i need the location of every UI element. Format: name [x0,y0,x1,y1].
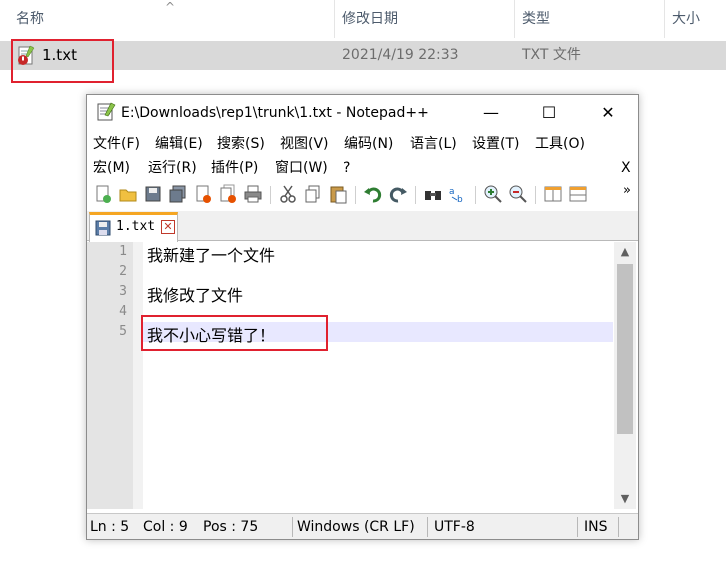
new-file-icon[interactable] [93,184,113,204]
menu-encoding[interactable]: 编码(N) [344,132,393,156]
status-divider [292,517,293,537]
status-column: Col : 9 [143,519,188,535]
copy-icon[interactable] [303,184,323,204]
line-number: 3 [119,284,127,299]
redo-icon[interactable] [388,184,408,204]
find-icon[interactable] [423,184,443,204]
line-number: 2 [119,264,127,279]
toolbar-separator [415,186,416,204]
zoom-out-icon[interactable] [508,184,528,204]
status-bar: Ln : 5 Col : 9 Pos : 75 Windows (CR LF) … [87,513,638,539]
fold-margin [133,242,143,509]
menu-row: 文件(F) 编辑(E) 搜索(S) 视图(V) 编码(N) 语言(L) 设置(T… [87,132,638,156]
menu-file[interactable]: 文件(F) [93,132,140,156]
menu-plugins[interactable]: 插件(P) [211,156,258,180]
menu-view[interactable]: 视图(V) [280,132,329,156]
menu-window[interactable]: 窗口(W) [275,156,328,180]
maximize-button[interactable]: ☐ [520,95,578,131]
cut-icon[interactable] [278,184,298,204]
menu-tools[interactable]: 工具(O) [535,132,585,156]
column-divider[interactable] [334,0,335,38]
file-type: TXT 文件 [522,47,581,63]
saved-file-icon [95,220,111,236]
menu-edit[interactable]: 编辑(E) [155,132,203,156]
menu-help[interactable]: ? [343,156,350,180]
status-encoding[interactable]: UTF-8 [434,514,475,540]
notepadpp-app-icon [97,102,116,121]
line-number-gutter [87,242,135,509]
window-title: E:\Downloads\rep1\trunk\1.txt - Notepad+… [121,105,429,121]
toolbar-separator [270,186,271,204]
file-modified: 2021/4/19 22:33 [342,47,459,63]
save-icon[interactable] [143,184,163,204]
scroll-down-icon[interactable]: ▼ [614,489,636,509]
replace-icon[interactable]: ab [448,184,468,204]
open-folder-icon[interactable] [118,184,138,204]
column-type[interactable]: 类型 [522,0,550,38]
status-divider [618,517,619,537]
tab-bar: 1.txt ✕ [87,211,638,242]
vertical-scrollbar[interactable]: ▲ ▼ [614,242,636,509]
save-all-icon[interactable] [168,184,188,204]
menu-bar: 文件(F) 编辑(E) 搜索(S) 视图(V) 编码(N) 语言(L) 设置(T… [87,132,638,180]
highlight-box [141,315,328,351]
minimize-button[interactable]: — [462,95,520,131]
toolbar-overflow-icon[interactable]: » [623,179,631,203]
svg-text:a: a [449,187,455,197]
code-line: 我修改了文件 [147,286,244,305]
status-position: Pos : 75 [203,519,259,535]
menu-macro[interactable]: 宏(M) [93,156,130,180]
line-number: 1 [119,244,127,259]
print-icon[interactable] [243,184,263,204]
zoom-in-icon[interactable] [483,184,503,204]
tab-close-icon[interactable]: ✕ [161,220,175,234]
column-modified[interactable]: 修改日期 [342,0,398,38]
code-line: 我新建了一个文件 [147,246,276,265]
tab-1-txt[interactable]: 1.txt ✕ [89,212,178,242]
scroll-thumb[interactable] [617,264,633,434]
sync-vertical-icon[interactable] [543,184,563,204]
toolbar-separator [355,186,356,204]
highlight-box [11,39,114,83]
close-button[interactable]: ✕ [579,95,637,131]
menu-row: 宏(M) 运行(R) 插件(P) 窗口(W) ? X [87,156,638,180]
explorer-header: 名称 ^ 修改日期 类型 大小 [0,0,726,40]
close-all-icon[interactable] [218,184,238,204]
menu-language[interactable]: 语言(L) [410,132,457,156]
status-insert-mode: INS [584,519,608,535]
status-divider [577,517,578,537]
column-divider[interactable] [664,0,665,38]
undo-icon[interactable] [363,184,383,204]
column-name[interactable]: 名称 [16,0,44,38]
sync-horizontal-icon[interactable] [568,184,588,204]
status-eol[interactable]: Windows (CR LF) [297,514,415,540]
toolbar-separator [475,186,476,204]
sort-indicator: ^ [165,0,176,14]
svg-text:b: b [457,195,463,204]
line-number: 4 [119,304,127,319]
paste-icon[interactable] [328,184,348,204]
close-document-button[interactable]: X [621,156,631,180]
status-line: Ln : 5 [90,519,130,535]
column-size[interactable]: 大小 [672,0,700,38]
menu-run[interactable]: 运行(R) [148,156,197,180]
scroll-up-icon[interactable]: ▲ [614,242,636,262]
toolbar-separator [535,186,536,204]
menu-search[interactable]: 搜索(S) [217,132,265,156]
column-divider[interactable] [514,0,515,38]
close-file-icon[interactable] [193,184,213,204]
menu-settings[interactable]: 设置(T) [472,132,519,156]
tab-label: 1.txt [116,219,156,234]
title-bar[interactable]: E:\Downloads\rep1\trunk\1.txt - Notepad+… [87,95,638,131]
editor-area[interactable]: 1 2 3 4 5 我新建了一个文件 我修改了文件 我不小心写错了！ ▲ ▼ [87,242,638,509]
status-divider [427,517,428,537]
line-number: 5 [119,324,127,339]
toolbar: ab » [87,181,638,209]
